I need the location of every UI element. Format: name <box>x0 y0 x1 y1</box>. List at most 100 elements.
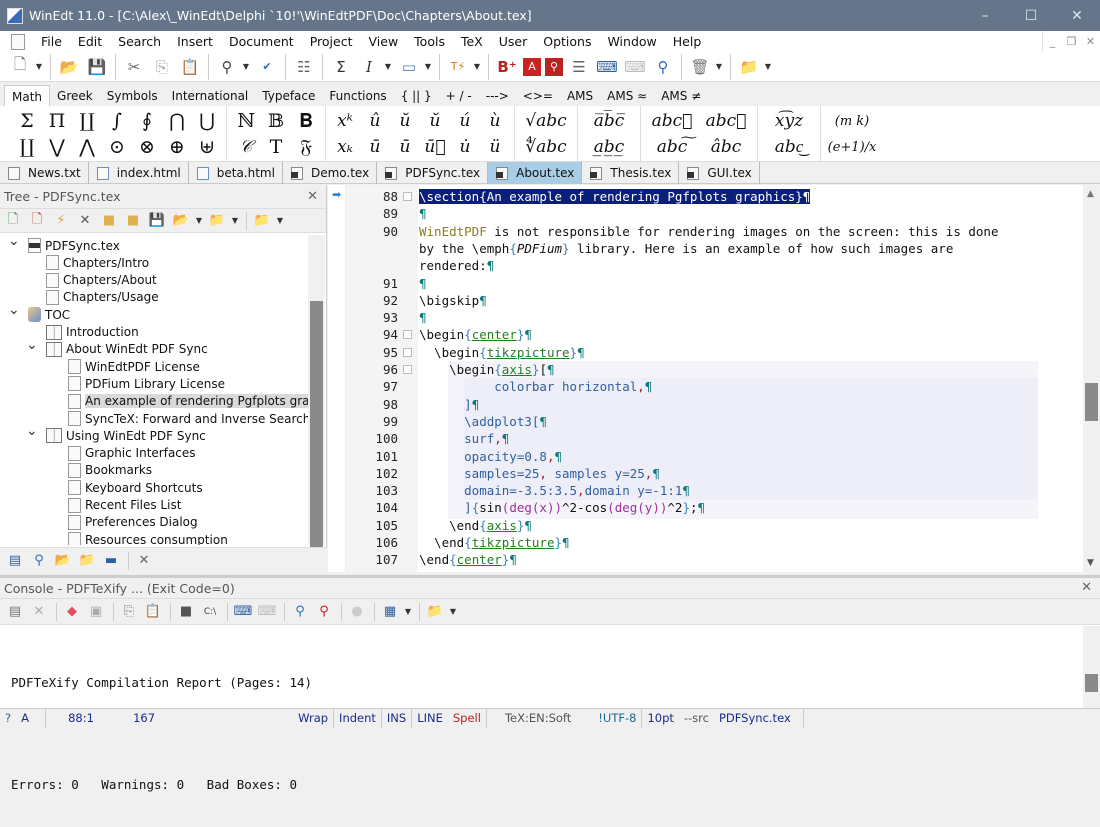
tree-item[interactable]: SyncTeX: Forward and Inverse Search <box>68 410 308 427</box>
file-tab-demo-tex[interactable]: Demo.tex <box>283 162 378 184</box>
acute-accent[interactable]: ú <box>450 108 480 134</box>
menu-file[interactable]: File <box>33 34 70 49</box>
mathbb-b-symbol[interactable]: 𝔹 <box>261 108 291 134</box>
overline-symbol[interactable]: a̅b̅c̅ <box>582 108 636 134</box>
editor-line[interactable]: 91 ¶ <box>328 275 1100 292</box>
pdf-compile-icon[interactable]: T⚡ <box>446 55 470 79</box>
dictionary-indicator[interactable]: TeX:EN:Soft <box>487 709 593 728</box>
keyboard-icon[interactable]: ⌨ <box>595 55 619 79</box>
binomial-symbol[interactable]: (m k) <box>825 108 879 134</box>
bigoplus-symbol[interactable]: ⊕ <box>162 134 192 160</box>
trash-dropdown-icon[interactable]: ▼ <box>714 62 724 71</box>
editor-line[interactable]: 105 \end{axis}¶ <box>328 517 1100 534</box>
editor-scrollbar[interactable]: ▲ ▼ <box>1083 185 1100 572</box>
find-dropdown-icon[interactable]: ▼ <box>241 62 251 71</box>
paste-icon[interactable]: 📋 <box>142 602 164 622</box>
copy-icon[interactable]: ⎘ <box>150 55 174 79</box>
menu-document[interactable]: Document <box>221 34 302 49</box>
folder-edit-icon[interactable]: ■ <box>98 211 120 231</box>
find-icon[interactable]: ⚲ <box>215 55 239 79</box>
tree-item[interactable]: Graphic Interfaces <box>68 445 196 462</box>
indent-toggle[interactable]: Indent <box>334 708 382 728</box>
breve-accent[interactable]: ŭ <box>390 108 420 134</box>
superscript-symbol[interactable]: xᵏ <box>330 108 360 134</box>
symtab-international[interactable]: International <box>165 85 256 107</box>
keyboard-icon[interactable]: ⌨ <box>232 602 254 622</box>
editor-line[interactable]: 98 ]¶ <box>328 396 1100 413</box>
subscript-symbol[interactable]: xₖ <box>330 134 360 160</box>
menu-edit[interactable]: Edit <box>70 34 110 49</box>
widetilde-symbol[interactable]: abc͠ <box>645 134 699 160</box>
product-symbol[interactable]: Π <box>42 108 72 134</box>
integral-symbol[interactable]: ∫ <box>102 108 132 134</box>
sum-symbol[interactable]: Σ <box>12 108 42 134</box>
folder-check-icon[interactable]: 📁 <box>424 602 446 622</box>
tree-item[interactable]: Bookmarks <box>68 462 152 479</box>
menu-tex[interactable]: TeX <box>453 34 491 49</box>
spellcheck-icon[interactable]: ✔ <box>255 55 279 79</box>
fold-marker-icon[interactable] <box>403 330 412 340</box>
mdi-minimize-button[interactable]: _ <box>1043 31 1062 52</box>
symtab-arrows[interactable]: ---> <box>479 85 516 107</box>
underbrace-symbol[interactable]: abc͜ <box>762 134 816 160</box>
italic-icon[interactable]: I <box>357 55 381 79</box>
editor-line[interactable]: 101 opacity=0.8,¶ <box>328 448 1100 465</box>
tree-scrollbar-thumb[interactable] <box>310 301 323 565</box>
open-project-dropdown-icon[interactable]: ▼ <box>194 216 204 225</box>
tree-item[interactable]: Chapters/About <box>46 272 157 289</box>
check-accent[interactable]: ŭ <box>420 108 450 134</box>
add-file-icon[interactable]: 🗋 <box>2 211 24 231</box>
folder-binoculars-icon[interactable]: 📁 <box>76 551 98 571</box>
editor-line[interactable]: 103 domain=-3.5:3.5,domain y=-1:1¶ <box>328 482 1100 499</box>
overrightarrow-symbol[interactable]: abc⃗ <box>699 108 753 134</box>
mathbb-n-symbol[interactable]: ℕ <box>231 108 261 134</box>
tree-item[interactable]: Chapters/Intro <box>46 254 149 271</box>
bigvee-symbol[interactable]: ⋁ <box>42 134 72 160</box>
line-mode-toggle[interactable]: LINE <box>412 709 448 728</box>
font-size-indicator[interactable]: 10pt <box>642 709 678 728</box>
search-icon[interactable]: ⚲ <box>651 55 675 79</box>
table-dropdown-icon[interactable]: ▼ <box>403 607 413 616</box>
bigodot-symbol[interactable]: ⊙ <box>102 134 132 160</box>
file-tab-index-html[interactable]: index.html <box>89 162 189 184</box>
find-error-icon[interactable]: ⚲ <box>313 602 335 622</box>
symtab-symbols[interactable]: Symbols <box>100 85 165 107</box>
editor-line[interactable]: 88 \section{An example of rendering Pgfpl… <box>328 188 1100 205</box>
mathcal-c-symbol[interactable]: 𝒞 <box>231 134 261 160</box>
help-indicator[interactable]: ? <box>0 709 16 728</box>
close-icon[interactable]: ✕ <box>1081 580 1092 595</box>
table-edit-icon[interactable]: ▦ <box>379 602 401 622</box>
file-tab-thesis-tex[interactable]: Thesis.tex <box>582 162 680 184</box>
tree-item[interactable]: ⌄ Using WinEdt PDF Sync <box>26 423 206 444</box>
menu-tools[interactable]: Tools <box>406 34 453 49</box>
editor-line[interactable]: 92 \bigskip¶ <box>328 292 1100 309</box>
coproduct-symbol[interactable]: ∐ <box>12 134 42 160</box>
biguplus-symbol[interactable]: ⊎ <box>192 134 222 160</box>
video-icon[interactable]: ▬ <box>100 551 122 571</box>
fraction-symbol[interactable]: (e+1)/x <box>825 134 879 160</box>
mdi-close-button[interactable]: ✕ <box>1081 31 1100 52</box>
symtab-operators[interactable]: + / - <box>439 85 479 107</box>
fold-marker-icon[interactable] <box>403 365 412 374</box>
symtab-greek[interactable]: Greek <box>50 85 100 107</box>
menu-project[interactable]: Project <box>302 34 361 49</box>
search-icon[interactable]: ⚲ <box>289 602 311 622</box>
minimize-button[interactable]: – <box>962 0 1008 31</box>
console-stop-icon[interactable]: ✕ <box>28 602 50 622</box>
open-project-icon[interactable]: 📂 <box>170 211 192 231</box>
widehat-symbol[interactable]: âbc <box>699 134 753 160</box>
bibtex-icon[interactable]: B⁺ <box>495 55 519 79</box>
symtab-math[interactable]: Math <box>4 85 51 107</box>
folder-up-icon[interactable]: 📂 <box>52 551 74 571</box>
folder-link-dropdown-icon[interactable]: ▼ <box>275 216 285 225</box>
expand-chevron-icon[interactable]: ⌄ <box>26 423 38 439</box>
editor-scrollbar-thumb[interactable] <box>1085 383 1098 421</box>
folder-search-icon[interactable]: 📁 <box>737 55 761 79</box>
nth-root-symbol[interactable]: ∜abc <box>519 134 573 160</box>
copy-icon[interactable]: ⎘ <box>118 602 140 622</box>
record-icon[interactable]: ● <box>346 602 368 622</box>
file-tab-pdfsync-tex[interactable]: PDFSync.tex <box>377 162 489 184</box>
menu-search[interactable]: Search <box>110 34 169 49</box>
bar-accent[interactable]: ū <box>360 134 390 160</box>
file-tab-news-txt[interactable]: News.txt <box>0 162 89 184</box>
